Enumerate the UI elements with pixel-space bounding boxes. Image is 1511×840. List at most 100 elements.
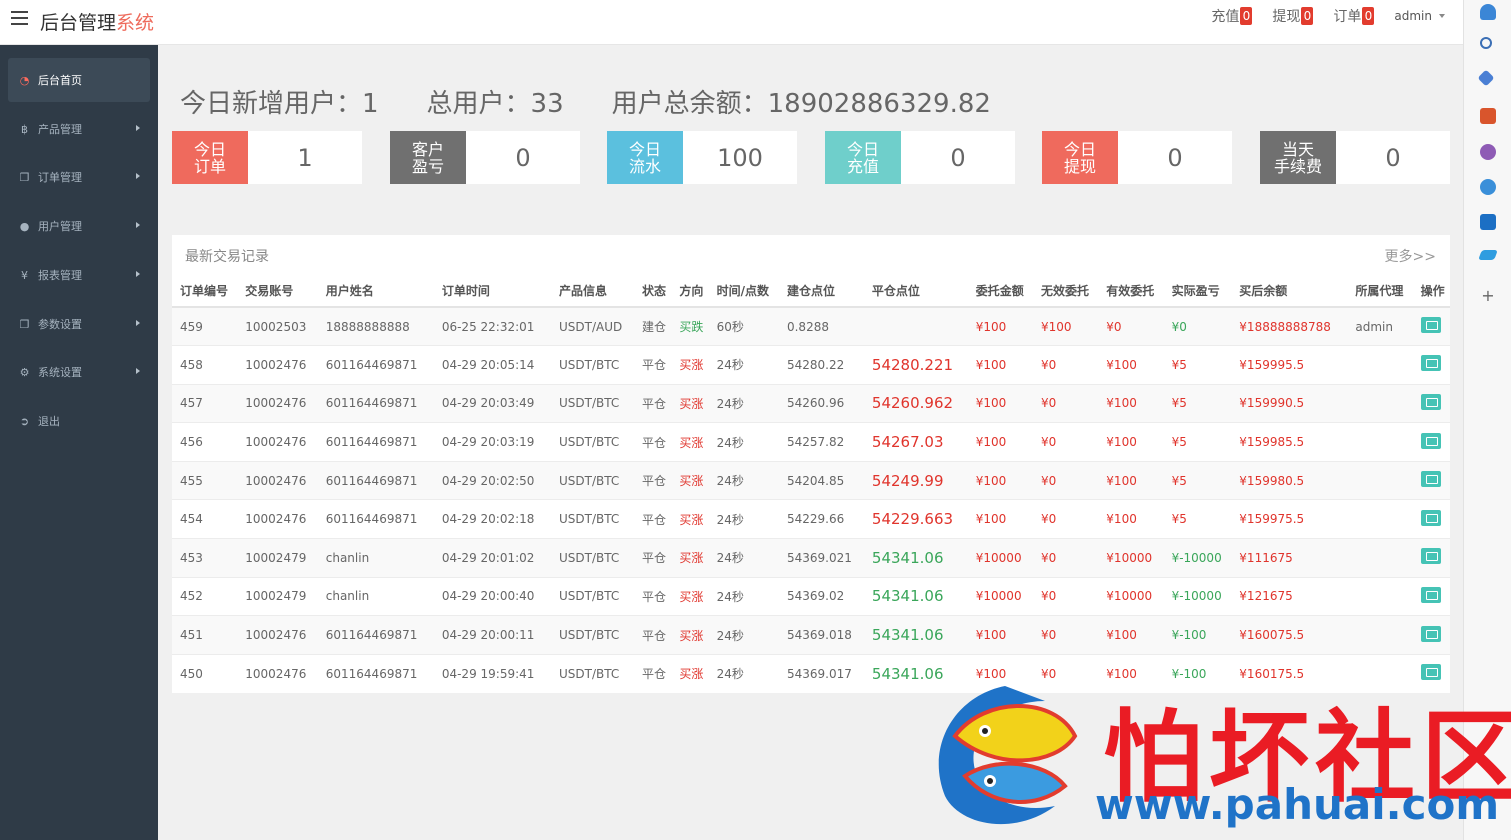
sidebar-item-system[interactable]: ⚙ 系统设置 xyxy=(8,350,150,394)
stat-label: 提现 xyxy=(1063,156,1096,176)
edit-button[interactable] xyxy=(1420,471,1441,488)
total-balance: 用户总余额：18902886329.82 xyxy=(611,89,991,119)
bell-icon[interactable] xyxy=(1480,4,1496,20)
watermark-url: www.pahuai.com xyxy=(1095,780,1500,829)
cell-open-price: 54280.22 xyxy=(778,345,864,385)
menu-toggle-icon[interactable] xyxy=(11,11,28,26)
withdraw-link[interactable]: 提现 0 xyxy=(1272,6,1314,26)
send-icon[interactable] xyxy=(1478,250,1498,260)
recharge-link[interactable]: 充值 0 xyxy=(1211,6,1253,26)
cell-order-id: 457 xyxy=(172,383,238,423)
more-link[interactable]: 更多>> xyxy=(1385,246,1436,266)
cell-direction: 买涨 xyxy=(671,538,709,578)
table-row[interactable]: 453 10002479 chanlin 04-29 20:01:02 USDT/BTC… xyxy=(172,538,1450,578)
cell-duration: 60秒 xyxy=(708,306,779,346)
edit-button[interactable] xyxy=(1420,432,1441,449)
column-header: 方向 xyxy=(671,275,709,308)
chevron-right-icon xyxy=(136,320,140,326)
briefcase-icon[interactable] xyxy=(1480,108,1496,124)
cell-account: 10002476 xyxy=(237,499,318,539)
sidebar-item-logout[interactable]: ➲ 退出 xyxy=(8,399,150,443)
plus-icon[interactable]: + xyxy=(1480,288,1496,304)
edit-button[interactable] xyxy=(1420,509,1441,526)
cell-invalid-amount: ¥0 xyxy=(1033,499,1099,539)
cell-action xyxy=(1412,576,1450,616)
sidebar-item-reports[interactable]: ¥ 报表管理 xyxy=(8,253,150,297)
cell-amount: ¥100 xyxy=(967,460,1034,500)
cell-close-price: 54249.99 xyxy=(863,460,968,500)
cell-product: USDT/BTC xyxy=(551,345,635,385)
table-row[interactable]: 459 10002503 18888888888 06-25 22:32:01 USDT… xyxy=(172,306,1450,346)
table-row[interactable]: 451 10002476 601164469871 04-29 20:00:11 USD… xyxy=(172,615,1450,655)
total-users: 总用户：33 xyxy=(426,89,564,119)
chevron-right-icon xyxy=(136,222,140,228)
sidebar-item-home[interactable]: ◔ 后台首页 xyxy=(8,58,150,102)
outlook-icon[interactable] xyxy=(1480,214,1496,230)
user-menu[interactable]: admin xyxy=(1394,9,1445,23)
table-row[interactable]: 456 10002476 601164469871 04-29 20:03:19 USD… xyxy=(172,422,1450,462)
table-row[interactable]: 455 10002476 601164469871 04-29 20:02:50 USD… xyxy=(172,460,1450,500)
table-row[interactable]: 452 10002479 chanlin 04-29 20:00:40 USDT/BTC… xyxy=(172,576,1450,616)
edit-button[interactable] xyxy=(1420,317,1441,334)
column-header: 操作 xyxy=(1412,275,1450,308)
cell-pnl: ¥-100 xyxy=(1163,615,1232,655)
cell-user-name: 601164469871 xyxy=(317,653,434,693)
sidebar-item-users[interactable]: ● 用户管理 xyxy=(8,204,150,248)
cell-duration: 24秒 xyxy=(708,383,779,423)
users-icon[interactable] xyxy=(1480,144,1496,160)
withdraw-badge: 0 xyxy=(1301,7,1314,25)
stat-value: 0 xyxy=(515,143,531,172)
cell-direction: 买涨 xyxy=(671,615,709,655)
tag-icon[interactable] xyxy=(1477,69,1495,87)
cell-amount: ¥100 xyxy=(967,345,1034,385)
cell-agent xyxy=(1347,615,1413,655)
cell-duration: 24秒 xyxy=(708,345,779,385)
table-row[interactable]: 458 10002476 601164469871 04-29 20:05:14 USD… xyxy=(172,345,1450,385)
column-header: 订单时间 xyxy=(433,275,552,308)
table-row[interactable]: 457 10002476 601164469871 04-29 20:03:49 USD… xyxy=(172,383,1450,423)
edit-button[interactable] xyxy=(1420,548,1441,565)
withdraw-label: 提现 xyxy=(1272,9,1301,25)
cell-order-time: 04-29 19:59:41 xyxy=(433,653,552,693)
yen-icon: ¥ xyxy=(21,268,28,282)
cell-product: USDT/BTC xyxy=(551,499,635,539)
sidebar-item-products[interactable]: ฿ 产品管理 xyxy=(8,107,150,151)
cell-agent: admin xyxy=(1347,306,1413,346)
cell-agent xyxy=(1347,383,1413,423)
brand-main: 后台管理 xyxy=(40,12,117,34)
search-icon[interactable] xyxy=(1480,37,1492,49)
edit-button[interactable] xyxy=(1420,586,1441,603)
cell-valid-amount: ¥0 xyxy=(1098,306,1164,346)
sidebar-item-params[interactable]: ❐ 参数设置 xyxy=(8,302,150,346)
edit-button[interactable] xyxy=(1420,625,1441,642)
cell-direction: 买涨 xyxy=(671,422,709,462)
stat-tag: 今日 流水 xyxy=(607,131,683,184)
stat-tag: 客户 盈亏 xyxy=(390,131,466,184)
cell-pnl: ¥5 xyxy=(1163,383,1232,423)
stat-tag: 今日 提现 xyxy=(1042,131,1118,184)
sidebar-item-label: 参数设置 xyxy=(38,318,82,331)
cell-user-name: chanlin xyxy=(317,538,434,578)
cell-agent xyxy=(1347,538,1413,578)
edit-button[interactable] xyxy=(1420,393,1441,410)
cell-status: 平仓 xyxy=(634,538,672,578)
cell-invalid-amount: ¥0 xyxy=(1033,460,1099,500)
office-icon[interactable] xyxy=(1480,179,1496,195)
fish-logo-icon xyxy=(938,686,1078,825)
edit-button[interactable] xyxy=(1420,355,1441,372)
cell-invalid-amount: ¥0 xyxy=(1033,422,1099,462)
top-bar: 后台管理系统 充值 0 提现 0 订单 0 admin xyxy=(0,0,1463,45)
cell-valid-amount: ¥100 xyxy=(1098,499,1164,539)
sidebar-item-orders[interactable]: ❐ 订单管理 xyxy=(8,155,150,199)
table-row[interactable]: 454 10002476 601164469871 04-29 20:02:18 USD… xyxy=(172,499,1450,539)
stat-card-today-flow: 今日 流水 100 xyxy=(607,131,797,184)
copy-icon: ❐ xyxy=(19,170,30,184)
orders-link[interactable]: 订单 0 xyxy=(1333,6,1375,26)
cell-invalid-amount: ¥0 xyxy=(1033,538,1099,578)
chevron-right-icon xyxy=(136,368,140,374)
cell-action xyxy=(1412,615,1450,655)
cell-user-name: 18888888888 xyxy=(317,306,434,346)
column-header: 有效委托 xyxy=(1098,275,1164,308)
cell-order-id: 455 xyxy=(172,460,238,500)
cell-valid-amount: ¥100 xyxy=(1098,460,1164,500)
